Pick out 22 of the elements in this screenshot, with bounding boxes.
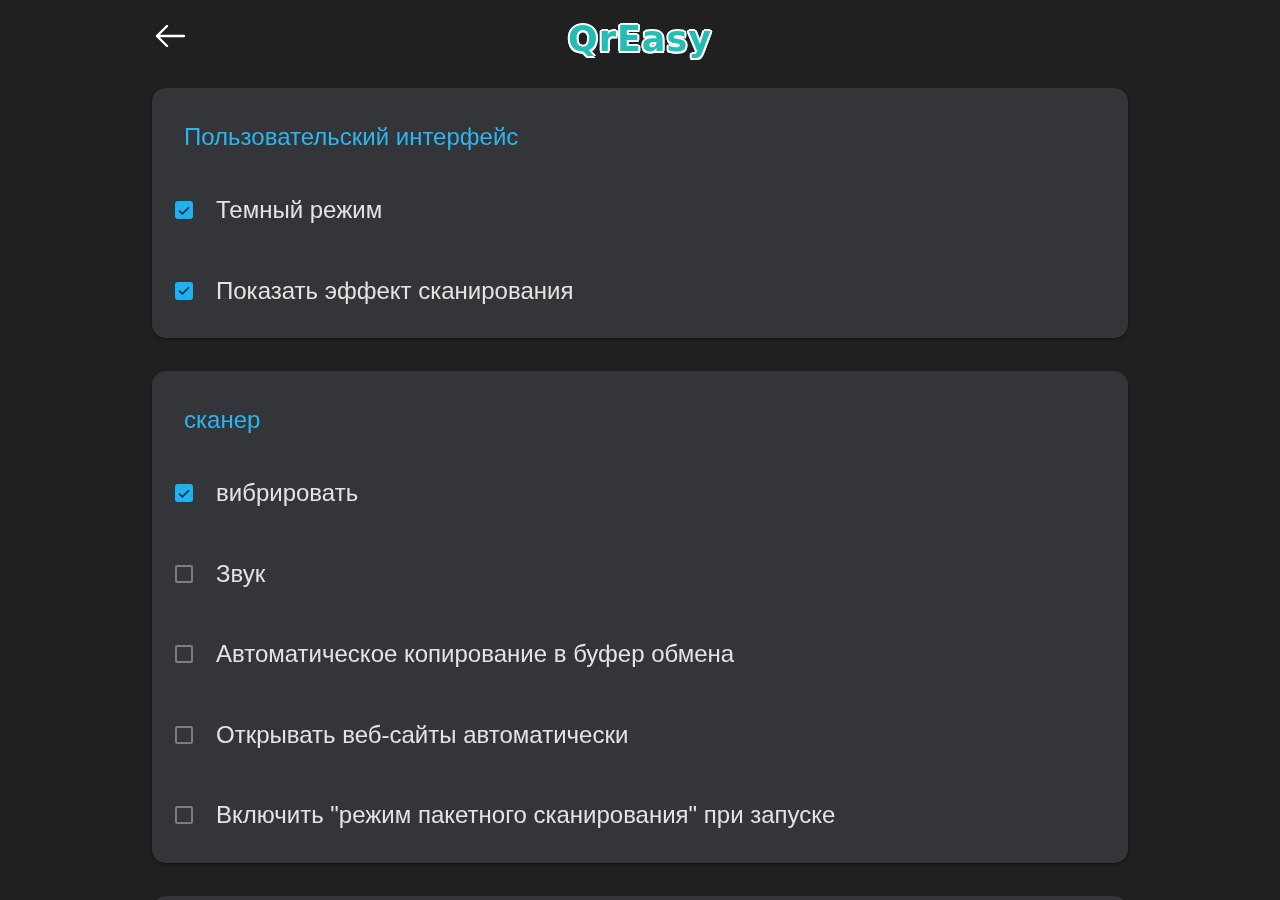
option-label: вибрировать: [216, 478, 359, 509]
section-title: сканер: [184, 405, 261, 435]
checkmark-icon: [178, 205, 190, 215]
checkbox[interactable]: [175, 281, 193, 300]
checkbox[interactable]: [175, 201, 193, 220]
option-label: Включить "режим пакетного сканирования" при запуске: [216, 800, 836, 831]
option-label: Открывать веб-сайты автоматически: [216, 719, 629, 750]
option-label: Темный режим: [216, 195, 383, 226]
app-logo: QrEasy: [567, 18, 713, 60]
option-label: Показать эффект сканирования: [216, 275, 574, 306]
checkbox[interactable]: [175, 645, 193, 664]
back-arrow-icon: [155, 25, 185, 47]
checkbox[interactable]: [175, 725, 193, 744]
option-label: Звук: [216, 558, 266, 589]
back-button[interactable]: [154, 24, 186, 48]
checkbox[interactable]: [175, 806, 193, 825]
section-title: Пользовательский интерфейс: [184, 122, 519, 152]
checkmark-icon: [178, 286, 190, 296]
checkmark-icon: [178, 488, 190, 498]
checkbox[interactable]: [175, 484, 193, 503]
checkbox[interactable]: [175, 564, 193, 583]
option-label: Автоматическое копирование в буфер обмена: [216, 639, 735, 670]
